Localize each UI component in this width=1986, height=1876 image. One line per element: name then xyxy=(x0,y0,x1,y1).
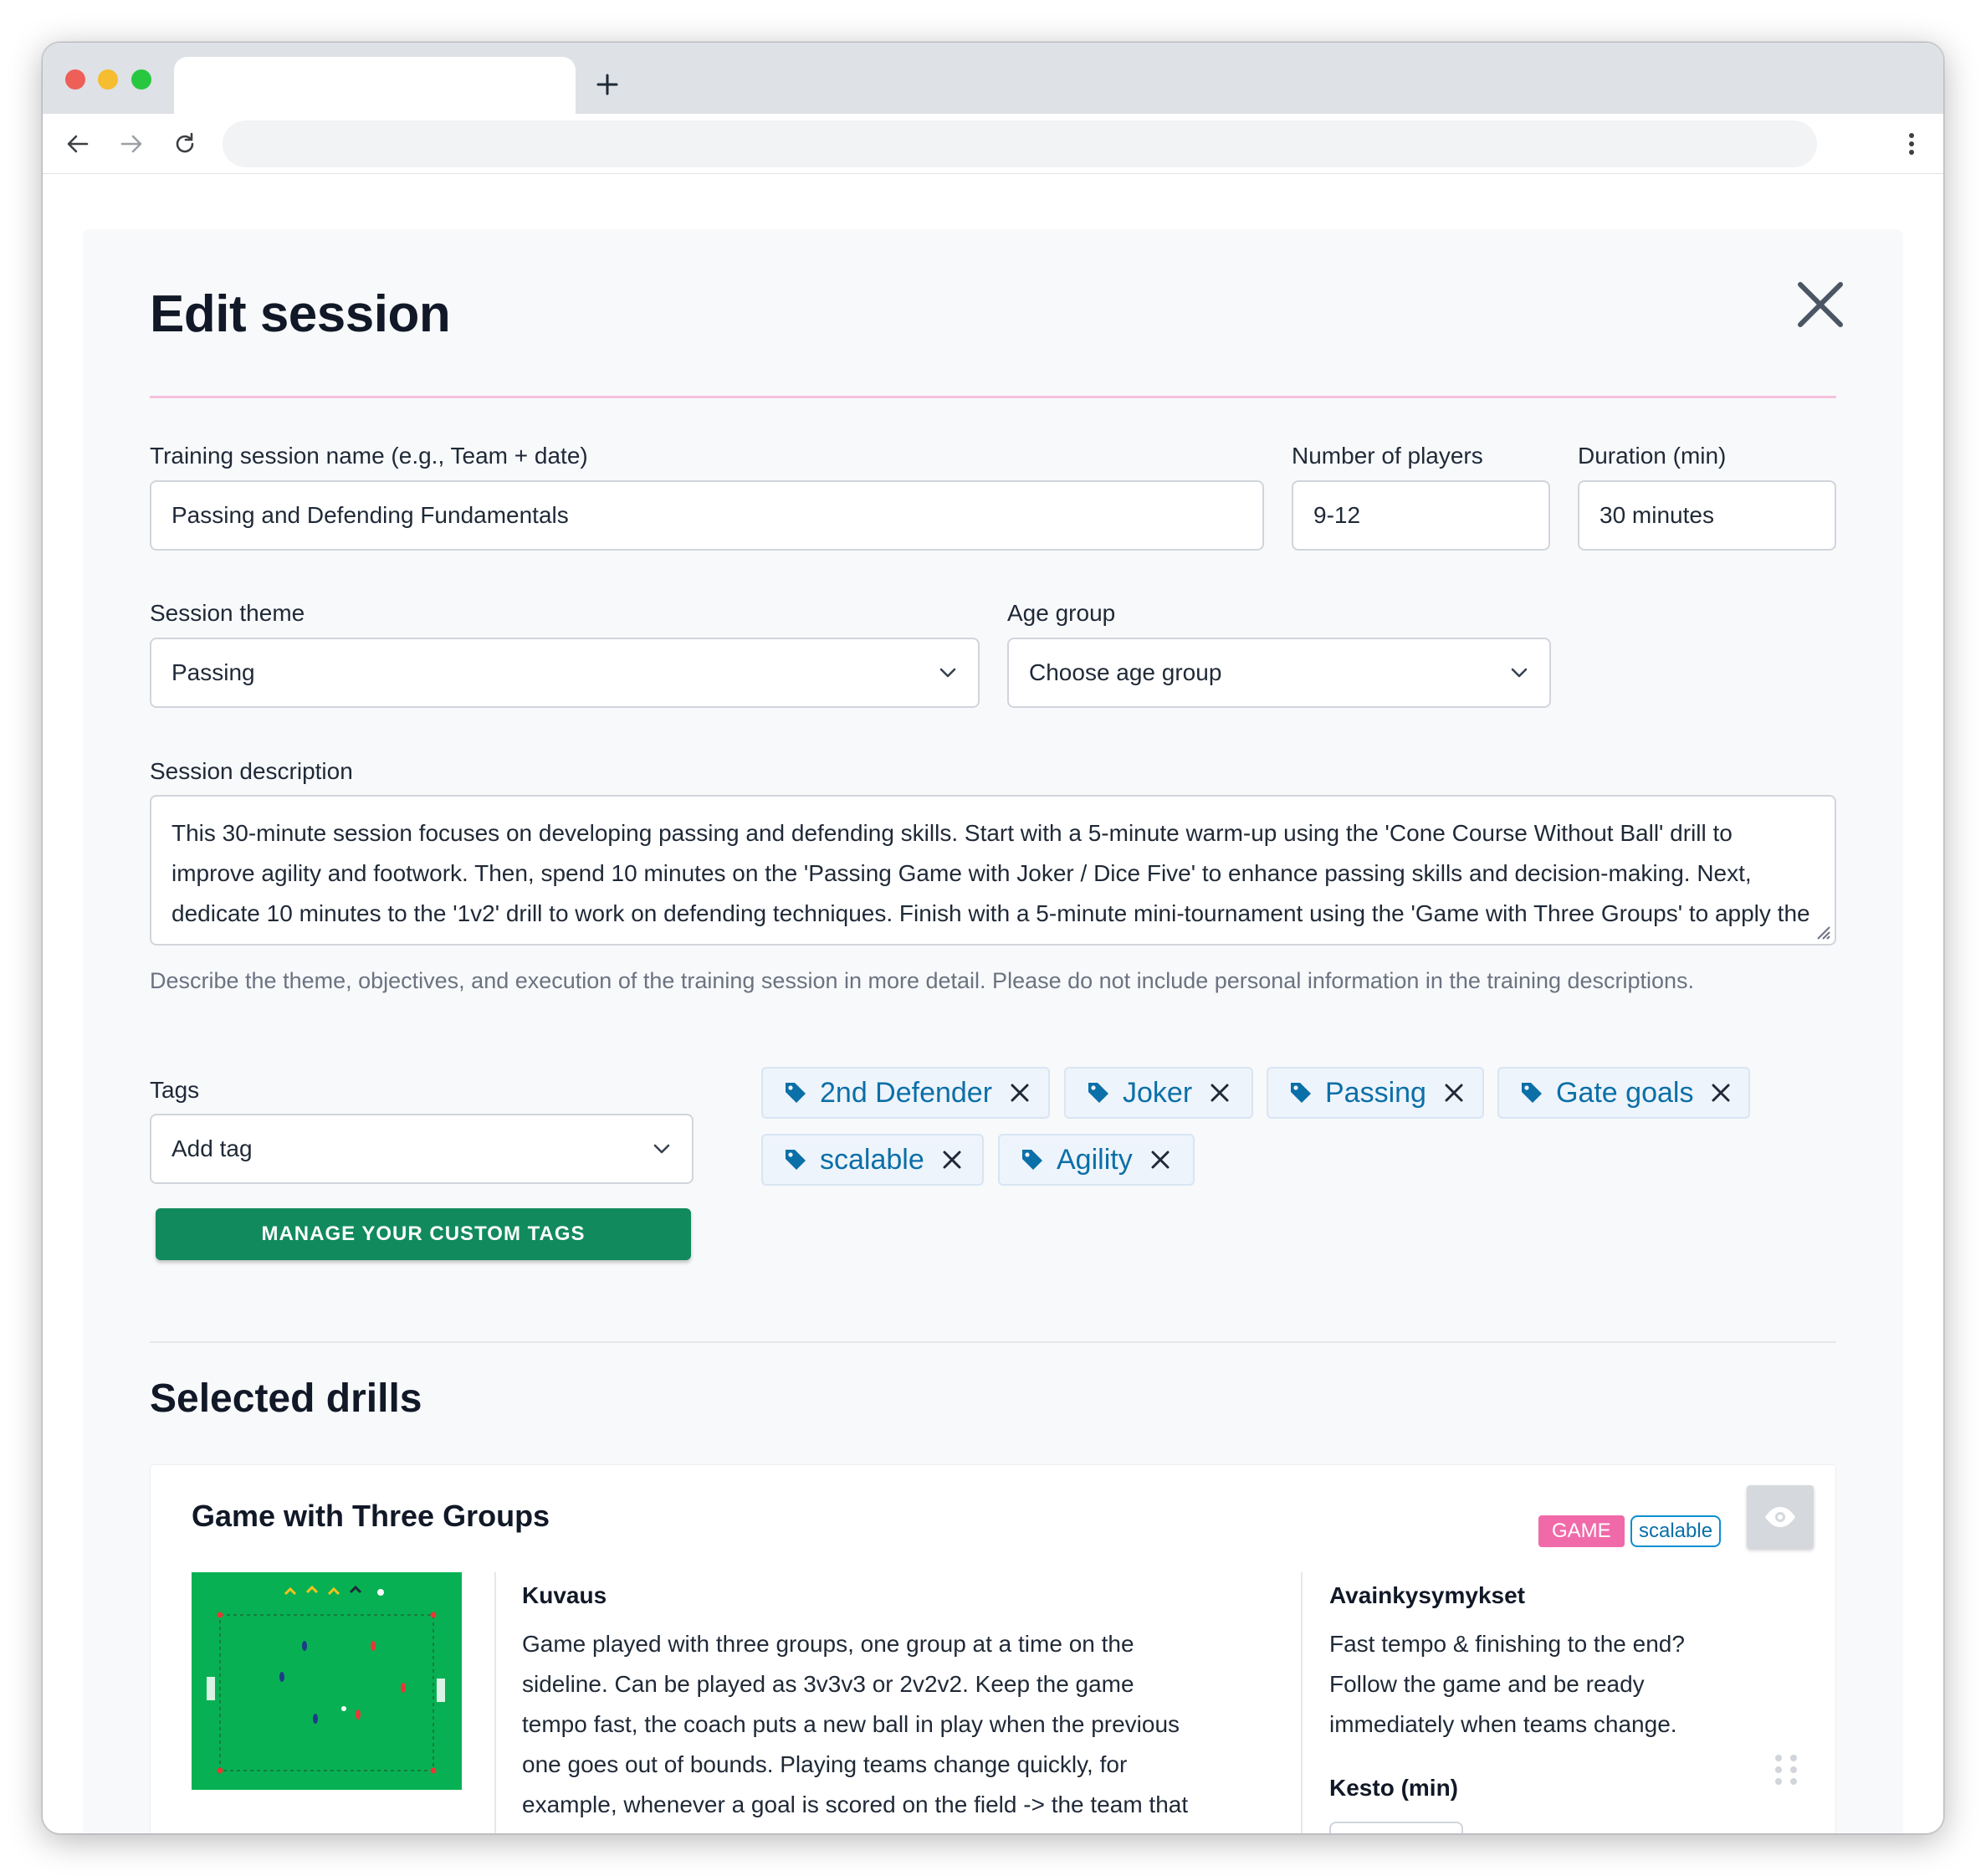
tag-label: Joker xyxy=(1123,1076,1193,1109)
players-input[interactable]: 9-12 xyxy=(1292,480,1550,551)
tag-chip: Joker xyxy=(1064,1067,1253,1119)
manage-custom-tags-button[interactable]: MANAGE YOUR CUSTOM TAGS xyxy=(156,1208,691,1260)
tag-chip: Agility xyxy=(998,1134,1195,1186)
minimize-window-button[interactable] xyxy=(98,69,118,90)
tag-icon xyxy=(1522,1083,1542,1103)
tag-chip: scalable xyxy=(761,1134,984,1186)
duration-value: 30 minutes xyxy=(1600,502,1714,528)
key-question-line: Fast tempo & finishing to the end? xyxy=(1329,1631,1685,1657)
tag-label: scalable xyxy=(820,1143,924,1176)
chevron-down-icon xyxy=(653,1144,670,1154)
tag-icon xyxy=(786,1083,806,1103)
tag-chip: Passing xyxy=(1267,1067,1484,1119)
tag-icon xyxy=(1291,1083,1311,1103)
maximize-window-button[interactable] xyxy=(131,69,151,90)
key-question-line: Follow the game and be ready xyxy=(1329,1671,1645,1697)
session-name-value: Passing and Defending Fundamentals xyxy=(171,502,569,528)
duration-input[interactable]: 30 minutes xyxy=(1578,480,1836,551)
tag-icon xyxy=(1022,1150,1042,1170)
back-arrow-icon[interactable] xyxy=(61,127,95,161)
remove-tag-icon[interactable] xyxy=(1149,1149,1171,1171)
players-label: Number of players xyxy=(1292,443,1483,469)
add-tag-placeholder: Add tag xyxy=(171,1135,253,1161)
remove-tag-icon[interactable] xyxy=(1443,1082,1465,1104)
browser-tab[interactable] xyxy=(174,57,576,114)
description-line: tempo fast, the coach puts a new ball in… xyxy=(522,1711,1180,1737)
tab-strip xyxy=(43,43,1943,114)
players-value: 9-12 xyxy=(1313,502,1361,528)
tag-icon xyxy=(1088,1083,1108,1103)
description-help-text: Describe the theme, objectives, and exec… xyxy=(150,968,1695,993)
drill-type-badge: GAME xyxy=(1538,1515,1625,1547)
description-line: example, whenever a goal is scored on th… xyxy=(522,1791,1189,1817)
column-divider xyxy=(1301,1572,1303,1833)
forward-arrow-icon[interactable] xyxy=(115,127,148,161)
add-tag-select[interactable]: Add tag xyxy=(150,1114,694,1184)
session-name-input[interactable]: Passing and Defending Fundamentals xyxy=(150,480,1264,551)
remove-tag-icon[interactable] xyxy=(1009,1082,1031,1104)
chevron-down-icon xyxy=(1511,668,1528,678)
session-theme-label: Session theme xyxy=(150,600,305,626)
more-vertical-icon[interactable] xyxy=(1902,127,1922,161)
tag-label: Passing xyxy=(1325,1076,1426,1109)
tags-label: Tags xyxy=(150,1077,200,1103)
drill-duration-input[interactable] xyxy=(1329,1822,1463,1833)
remove-tag-icon[interactable] xyxy=(941,1149,963,1171)
description-line: sideline. Can be played as 3v3v3 or 2v2v… xyxy=(522,1671,1134,1697)
duration-heading: Kesto (min) xyxy=(1329,1775,1458,1801)
key-questions: Fast tempo & finishing to the end? Follo… xyxy=(1329,1624,1685,1745)
drill-diagram-image xyxy=(192,1572,462,1790)
section-divider xyxy=(150,1341,1836,1343)
duration-label: Duration (min) xyxy=(1578,443,1727,469)
tag-chip: 2nd Defender xyxy=(761,1067,1050,1119)
plus-icon[interactable] xyxy=(591,68,624,101)
remove-tag-icon[interactable] xyxy=(1710,1082,1732,1104)
eye-icon xyxy=(1765,1507,1795,1527)
close-window-button[interactable] xyxy=(65,69,85,90)
drag-handle-icon[interactable] xyxy=(1772,1753,1800,1786)
description-line: scored continues on the field and the ot… xyxy=(522,1825,1188,1833)
description-line: Game played with three groups, one group… xyxy=(522,1631,1134,1657)
session-description-value: This 30-minute session focuses on develo… xyxy=(171,820,1810,944)
key-question-line: immediately when teams change. xyxy=(1329,1711,1677,1737)
age-group-select[interactable]: Choose age group xyxy=(1007,638,1551,708)
selected-drills-heading: Selected drills xyxy=(150,1376,422,1421)
age-group-value: Choose age group xyxy=(1029,659,1222,685)
browser-toolbar xyxy=(43,114,1943,174)
tag-label: Agility xyxy=(1057,1143,1133,1176)
key-questions-heading: Avainkysymykset xyxy=(1329,1582,1526,1608)
remove-tag-icon[interactable] xyxy=(1209,1082,1231,1104)
drill-card: Game with Three Groups GAME scalable Kuv… xyxy=(150,1464,1836,1833)
session-theme-select[interactable]: Passing xyxy=(150,638,980,708)
tag-label: Gate goals xyxy=(1556,1076,1694,1109)
edit-session-modal: Edit session Training session name (e.g.… xyxy=(83,229,1903,1833)
chevron-down-icon xyxy=(939,668,956,678)
title-divider xyxy=(150,396,1836,398)
tag-chip: Gate goals xyxy=(1497,1067,1750,1119)
tag-label: 2nd Defender xyxy=(820,1076,993,1109)
session-description-label: Session description xyxy=(150,758,353,784)
column-divider xyxy=(494,1572,496,1833)
drill-title: Game with Three Groups xyxy=(192,1499,550,1533)
session-name-label: Training session name (e.g., Team + date… xyxy=(150,443,588,469)
close-icon[interactable] xyxy=(1795,279,1845,330)
address-bar[interactable] xyxy=(223,120,1817,167)
drill-tag-badge: scalable xyxy=(1630,1515,1722,1547)
drill-description: Game played with three groups, one group… xyxy=(522,1624,1189,1833)
browser-window: Edit session Training session name (e.g.… xyxy=(42,42,1944,1834)
age-group-label: Age group xyxy=(1007,600,1116,626)
session-description-textarea[interactable]: This 30-minute session focuses on develo… xyxy=(150,795,1836,946)
tag-icon xyxy=(786,1150,806,1170)
page-title: Edit session xyxy=(150,285,451,343)
description-heading: Kuvaus xyxy=(522,1582,607,1608)
preview-button[interactable] xyxy=(1747,1485,1814,1549)
resize-handle-icon[interactable] xyxy=(1813,922,1831,941)
session-theme-value: Passing xyxy=(171,659,255,685)
description-line: one goes out of bounds. Playing teams ch… xyxy=(522,1751,1128,1777)
page-content: Edit session Training session name (e.g.… xyxy=(43,174,1943,1833)
reload-icon[interactable] xyxy=(168,127,202,161)
